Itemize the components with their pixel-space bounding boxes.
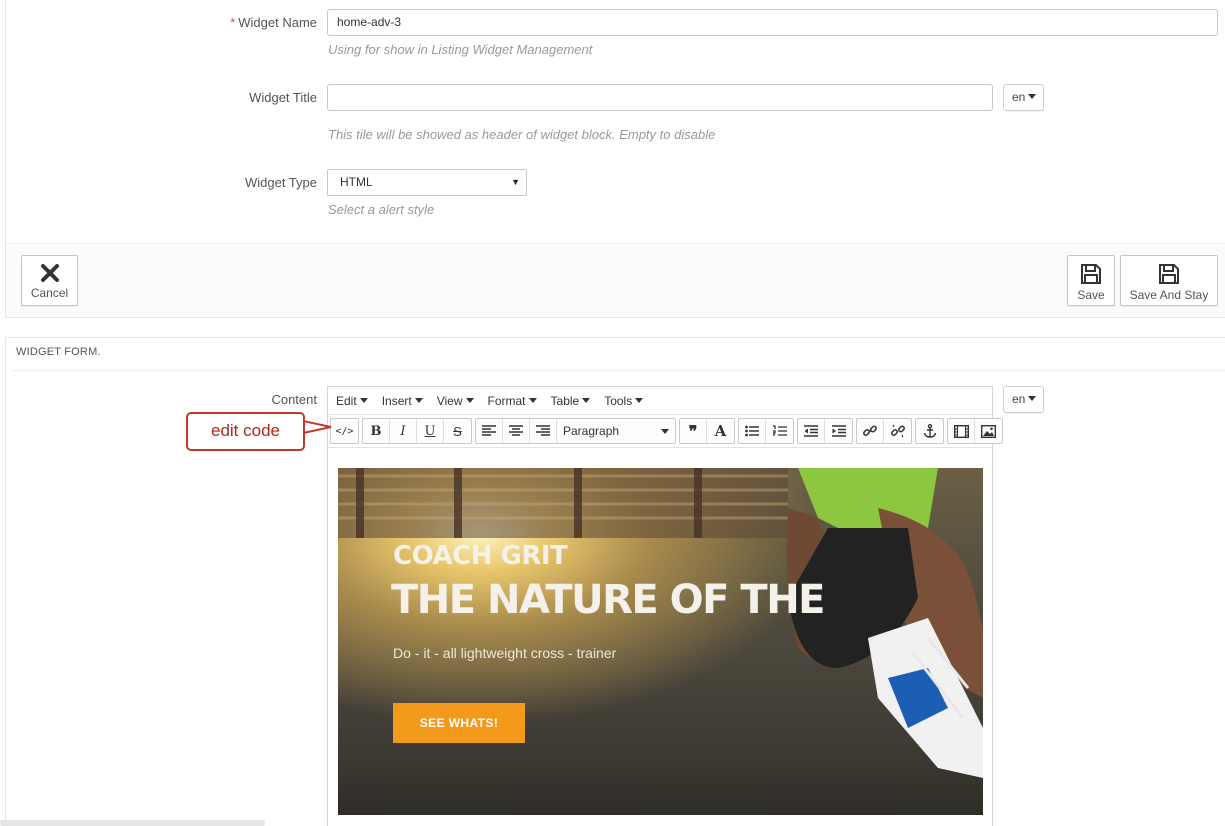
align-right-icon[interactable] [530, 419, 557, 443]
menu-insert[interactable]: Insert [382, 394, 423, 408]
widget-type-select[interactable]: HTML ▼ [327, 169, 527, 196]
caret-down-icon [635, 397, 644, 403]
widget-name-label-text: Widget Name [238, 15, 317, 30]
banner-subtitle: Do - it - all lightweight cross - traine… [393, 645, 617, 661]
text-color-icon[interactable]: A [707, 419, 734, 443]
callout-pointer [303, 420, 332, 434]
save-and-stay-button[interactable]: Save And Stay [1120, 255, 1218, 306]
outdent-icon[interactable] [798, 419, 825, 443]
menu-view-label: View [436, 393, 463, 408]
toolbar-group-code: </> [330, 418, 359, 444]
block-format-select[interactable]: Paragraph [557, 419, 675, 443]
banner-title-small: COACH GRIT [393, 541, 568, 571]
image-icon[interactable] [975, 419, 1002, 443]
editor-toolbar: </> B I U S Paragraph ❞ A [330, 417, 1006, 445]
select-arrow-icon: ▼ [511, 177, 520, 187]
edit-code-callout: edit code [186, 412, 305, 451]
align-center-icon[interactable] [503, 419, 530, 443]
close-icon [40, 264, 59, 282]
caret-down-icon [528, 397, 537, 403]
banner-title-large: THE NATURE OF THE [391, 577, 826, 623]
strikethrough-icon[interactable]: S [444, 419, 471, 443]
lang-value: en [1012, 392, 1026, 406]
caret-down-icon [465, 397, 474, 403]
menu-insert-label: Insert [381, 393, 412, 408]
cancel-button[interactable]: Cancel [21, 255, 78, 306]
align-left-icon[interactable] [476, 419, 503, 443]
caret-down-icon [359, 397, 368, 403]
toolbar-group-indent [797, 418, 853, 444]
code-icon[interactable]: </> [331, 419, 358, 443]
save-label: Save [1077, 288, 1105, 302]
widget-title-lang-dropdown[interactable]: en [1003, 84, 1045, 111]
caret-down-icon [414, 397, 423, 403]
content-lang-dropdown[interactable]: en [1003, 386, 1045, 413]
floppy-disk-icon [1159, 264, 1179, 284]
caret-down-icon [661, 428, 669, 434]
toolbar-group-quote: ❞ A [679, 418, 735, 444]
bold-icon[interactable]: B [363, 419, 390, 443]
save-button[interactable]: Save [1067, 255, 1115, 306]
banner-cta-button[interactable]: SEE WHATS! [393, 703, 525, 743]
menu-table-label: Table [550, 393, 580, 408]
menu-format[interactable]: Format [488, 394, 537, 408]
menu-tools[interactable]: Tools [604, 393, 644, 408]
cancel-label: Cancel [30, 286, 69, 300]
widget-type-help: Select a alert style [328, 202, 435, 217]
fence-graphic [338, 468, 788, 538]
toolbar-group-lists [738, 418, 794, 444]
rich-text-editor: Edit Insert View Format Table Tools </> … [327, 386, 1003, 826]
widget-type-value: HTML [340, 175, 373, 189]
editor-menubar: Edit Insert View Format Table Tools [328, 387, 992, 415]
widget-title-input[interactable] [327, 84, 993, 111]
numbered-list-icon[interactable] [766, 419, 793, 443]
panel-divider [12, 370, 1225, 371]
toolbar-group-text-style: B I U S [362, 418, 472, 444]
toolbar-group-anchor [915, 418, 944, 444]
toolbar-group-media [947, 418, 1003, 444]
floppy-disk-icon [1081, 264, 1101, 284]
editor-content-area[interactable]: COACH GRIT THE NATURE OF THE Do - it - a… [328, 447, 992, 826]
athlete-graphic [786, 468, 983, 778]
anchor-icon[interactable] [916, 419, 943, 443]
toolbar-group-links [856, 418, 912, 444]
indent-icon[interactable] [825, 419, 852, 443]
widget-name-help: Using for show in Listing Widget Managem… [328, 42, 593, 57]
block-format-value: Paragraph [563, 424, 620, 438]
banner-image: COACH GRIT THE NATURE OF THE Do - it - a… [338, 468, 983, 815]
content-label: Content [271, 392, 317, 407]
menu-edit[interactable]: Edit [336, 394, 368, 408]
caret-down-icon [1028, 94, 1037, 99]
required-marker: * [230, 15, 236, 30]
toolbar-group-align: Paragraph [475, 418, 676, 444]
menu-edit-label: Edit [336, 393, 357, 408]
menu-table[interactable]: Table [551, 394, 591, 408]
underline-icon[interactable]: U [417, 419, 444, 443]
link-icon[interactable] [857, 419, 884, 443]
horizontal-scrollbar[interactable] [0, 820, 265, 826]
unlink-icon[interactable] [884, 419, 911, 443]
blockquote-icon[interactable]: ❞ [680, 419, 707, 443]
widget-title-help: This tile will be showed as header of wi… [328, 127, 716, 142]
caret-down-icon [582, 397, 591, 403]
menu-format-label: Format [487, 393, 526, 408]
media-icon[interactable] [948, 419, 975, 443]
widget-name-input[interactable]: home-adv-3 [327, 9, 1218, 36]
panel-heading: WIDGET FORM. [16, 346, 101, 358]
form-actions-bar [6, 243, 1225, 317]
menu-view[interactable]: View [437, 394, 474, 408]
save-and-stay-label: Save And Stay [1129, 288, 1209, 302]
widget-title-label: Widget Title [249, 90, 317, 105]
italic-icon[interactable]: I [390, 419, 417, 443]
bullet-list-icon[interactable] [739, 419, 766, 443]
lang-value: en [1012, 90, 1026, 104]
caret-down-icon [1028, 396, 1037, 401]
widget-type-label: Widget Type [244, 175, 317, 190]
menu-tools-label: Tools [604, 393, 633, 408]
widget-name-label: * Widget Name [5, 15, 317, 30]
